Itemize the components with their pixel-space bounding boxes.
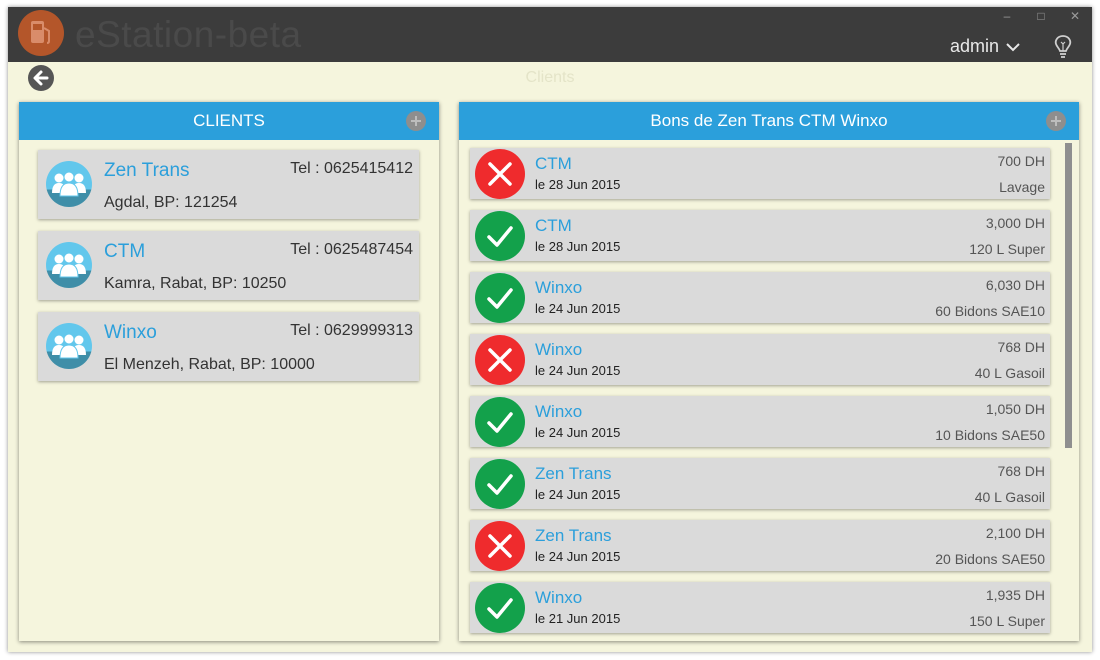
bon-date: le 28 Jun 2015 <box>535 239 621 254</box>
bon-card[interactable]: Winxo le 24 Jun 2015 768 DH 40 L Gasoil <box>470 334 1050 385</box>
app-window: eStation-beta – □ ✕ admin Clients CLIENT <box>8 7 1092 652</box>
user-menu[interactable]: admin <box>950 36 1021 57</box>
bons-panel: Bons de Zen Trans CTM Winxo CTM le 28 Jun… <box>459 102 1079 641</box>
client-card[interactable]: CTM Tel : 0625487454 Kamra, Rabat, BP: 102… <box>38 231 419 300</box>
bon-date: le 28 Jun 2015 <box>535 177 621 192</box>
page-title: Clients <box>525 69 575 86</box>
bon-date: le 21 Jun 2015 <box>535 611 621 626</box>
bon-product: 60 Bidons SAE10 <box>935 303 1045 319</box>
client-tel: Tel : 0625487454 <box>290 241 413 258</box>
close-icon[interactable]: ✕ <box>1065 9 1085 23</box>
minimize-icon[interactable]: – <box>997 9 1017 23</box>
check-icon <box>475 273 525 323</box>
bon-product: Lavage <box>999 179 1045 195</box>
bon-card[interactable]: Winxo le 24 Jun 2015 6,030 DH 60 Bidons SAE… <box>470 272 1050 323</box>
client-name: CTM <box>104 241 146 262</box>
add-bon-button[interactable] <box>1046 111 1066 131</box>
bon-amount: 1,050 DH <box>985 401 1045 417</box>
check-icon <box>475 397 525 447</box>
bons-panel-title: Bons de Zen Trans CTM Winxo <box>650 111 888 130</box>
bon-date: le 24 Jun 2015 <box>535 363 621 378</box>
client-address: El Menzeh, Rabat, BP: 10000 <box>104 356 315 373</box>
bon-amount: 1,935 DH <box>985 587 1045 603</box>
bon-date: le 24 Jun 2015 <box>535 549 621 564</box>
bon-client: Winxo <box>535 278 583 297</box>
bon-amount: 768 DH <box>997 339 1045 355</box>
bon-amount: 700 DH <box>997 153 1045 169</box>
client-address: Agdal, BP: 121254 <box>104 194 238 211</box>
check-icon <box>475 583 525 633</box>
bon-amount: 2,100 DH <box>985 525 1045 541</box>
add-client-button[interactable] <box>406 111 426 131</box>
lightbulb-icon[interactable] <box>1053 34 1073 65</box>
bon-amount: 3,000 DH <box>985 215 1045 231</box>
bon-client: Winxo <box>535 588 583 607</box>
client-name: Winxo <box>104 322 157 343</box>
check-icon <box>475 459 525 509</box>
clients-panel-header: CLIENTS <box>19 102 439 140</box>
check-icon <box>475 211 525 261</box>
x-icon <box>475 149 525 199</box>
bon-product: 20 Bidons SAE50 <box>935 551 1045 567</box>
users-group-icon <box>46 242 92 288</box>
bon-date: le 24 Jun 2015 <box>535 301 621 316</box>
bon-client: Winxo <box>535 340 583 359</box>
app-title: eStation-beta <box>75 14 302 55</box>
bon-card[interactable]: Winxo le 24 Jun 2015 1,050 DH 10 Bidons SAE… <box>470 396 1050 447</box>
bon-client: Zen Trans <box>535 464 612 483</box>
chevron-down-icon <box>1006 42 1020 51</box>
clients-panel: CLIENTS Zen Trans Tel : 0625415412 Agdal, … <box>19 102 439 641</box>
bon-product: 150 L Super <box>969 613 1045 629</box>
scrollbar[interactable] <box>1065 143 1072 448</box>
bon-date: le 24 Jun 2015 <box>535 425 621 440</box>
bon-amount: 768 DH <box>997 463 1045 479</box>
bon-client: CTM <box>535 154 572 173</box>
bon-product: 10 Bidons SAE50 <box>935 427 1045 443</box>
bon-date: le 24 Jun 2015 <box>535 487 621 502</box>
bon-card[interactable]: Zen Trans le 24 Jun 2015 768 DH 40 L Gasoil <box>470 458 1050 509</box>
bon-client: Winxo <box>535 402 583 421</box>
bon-card[interactable]: CTM le 28 Jun 2015 700 DH Lavage <box>470 148 1050 199</box>
bon-product: 40 L Gasoil <box>974 489 1045 505</box>
bon-card[interactable]: Zen Trans le 24 Jun 2015 2,100 DH 20 Bidons… <box>470 520 1050 571</box>
bon-client: CTM <box>535 216 572 235</box>
client-card[interactable]: Winxo Tel : 0629999313 El Menzeh, Rabat, B… <box>38 312 419 381</box>
bon-product: 40 L Gasoil <box>974 365 1045 381</box>
client-tel: Tel : 0629999313 <box>290 322 413 339</box>
client-card[interactable]: Zen Trans Tel : 0625415412 Agdal, BP: 1212… <box>38 150 419 219</box>
client-name: Zen Trans <box>104 160 190 181</box>
x-icon <box>475 335 525 385</box>
bon-amount: 6,030 DH <box>985 277 1045 293</box>
clients-panel-title: CLIENTS <box>193 111 265 130</box>
user-name: admin <box>950 36 1000 56</box>
maximize-icon[interactable]: □ <box>1031 9 1051 23</box>
bon-product: 120 L Super <box>969 241 1045 257</box>
users-group-icon <box>46 161 92 207</box>
fuel-pump-logo-icon <box>18 10 64 56</box>
users-group-icon <box>46 323 92 369</box>
x-icon <box>475 521 525 571</box>
client-tel: Tel : 0625415412 <box>290 160 413 177</box>
client-address: Kamra, Rabat, BP: 10250 <box>104 275 287 292</box>
title-bar: eStation-beta – □ ✕ admin <box>8 7 1092 62</box>
bon-client: Zen Trans <box>535 526 612 545</box>
bon-card[interactable]: CTM le 28 Jun 2015 3,000 DH 120 L Super <box>470 210 1050 261</box>
bons-panel-header: Bons de Zen Trans CTM Winxo <box>459 102 1079 140</box>
bon-card[interactable]: Winxo le 21 Jun 2015 1,935 DH 150 L Super <box>470 582 1050 633</box>
